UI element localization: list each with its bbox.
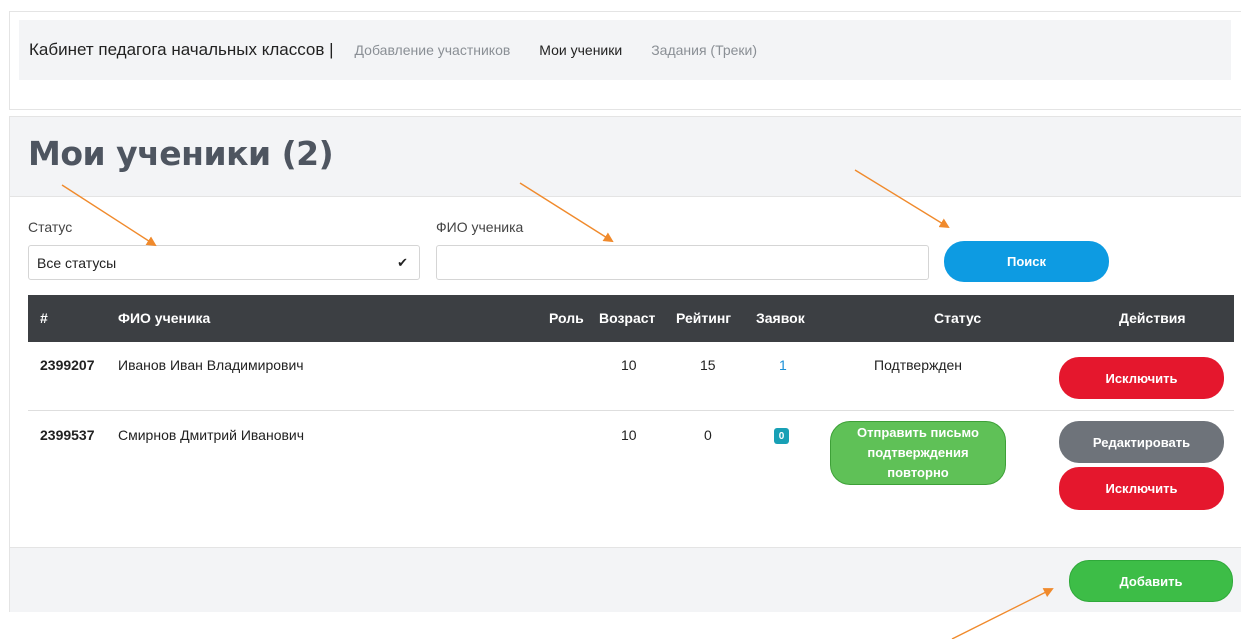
student-name-filter-label: ФИО ученика (436, 219, 524, 235)
table-header: # ФИО ученика Роль Возраст Рейтинг Заяво… (28, 295, 1234, 342)
exclude-button[interactable]: Исключить (1059, 467, 1224, 510)
card-footer: Добавить (10, 547, 1241, 612)
column-header-rating: Рейтинг (676, 310, 732, 326)
checkmark-icon: ✔ (397, 255, 408, 270)
column-header-name: ФИО ученика (118, 310, 211, 326)
column-header-age: Возраст (599, 310, 656, 326)
column-header-role: Роль (549, 310, 584, 326)
page-title: Мои ученики (2) (28, 134, 334, 173)
table-row: 2399207 Иванов Иван Владимирович 10 15 1… (28, 342, 1234, 411)
column-header-number: # (40, 310, 48, 326)
student-status: Подтвержден (874, 357, 963, 373)
status-filter-label: Статус (28, 219, 73, 235)
resend-confirmation-button[interactable]: Отправить письмо подтверждения повторно (830, 421, 1006, 485)
search-button[interactable]: Поиск (944, 241, 1109, 282)
exclude-button[interactable]: Исключить (1059, 357, 1224, 399)
column-header-status: Статус (934, 310, 982, 326)
page: Кабинет педагога начальных классов | Доб… (0, 0, 1241, 639)
nav-link-tasks-tracks[interactable]: Задания (Треки) (651, 42, 757, 58)
cabinet-title: Кабинет педагога начальных классов | (29, 40, 334, 59)
edit-button[interactable]: Редактировать (1059, 421, 1224, 463)
student-rating: 15 (700, 357, 716, 373)
student-name-input[interactable] (436, 245, 929, 280)
student-age: 10 (621, 427, 637, 443)
student-id: 2399207 (40, 357, 95, 373)
table-row: 2399537 Смирнов Дмитрий Иванович 10 0 0 … (28, 411, 1234, 549)
students-card: Мои ученики (2) Статус Все статусы ✔ ФИО… (9, 116, 1241, 612)
add-student-button[interactable]: Добавить (1069, 560, 1233, 602)
student-name: Смирнов Дмитрий Иванович (118, 427, 305, 443)
requests-badge[interactable]: 0 (774, 428, 789, 444)
column-header-actions: Действия (1119, 310, 1186, 326)
nav-link-my-students[interactable]: Мои ученики (539, 42, 622, 58)
student-name: Иванов Иван Владимирович (118, 357, 304, 373)
student-id: 2399537 (40, 427, 95, 443)
status-select[interactable]: Все статусы ✔ (28, 245, 420, 280)
student-requests-link[interactable]: 1 (779, 357, 787, 373)
top-navigation-bar: Кабинет педагога начальных классов | Доб… (19, 20, 1231, 80)
column-header-requests: Заявок (756, 310, 805, 326)
card-header: Мои ученики (2) (10, 117, 1241, 197)
student-rating: 0 (704, 427, 712, 443)
student-age: 10 (621, 357, 637, 373)
status-select-value: Все статусы (37, 254, 117, 271)
nav-link-add-participants[interactable]: Добавление участников (355, 42, 511, 58)
